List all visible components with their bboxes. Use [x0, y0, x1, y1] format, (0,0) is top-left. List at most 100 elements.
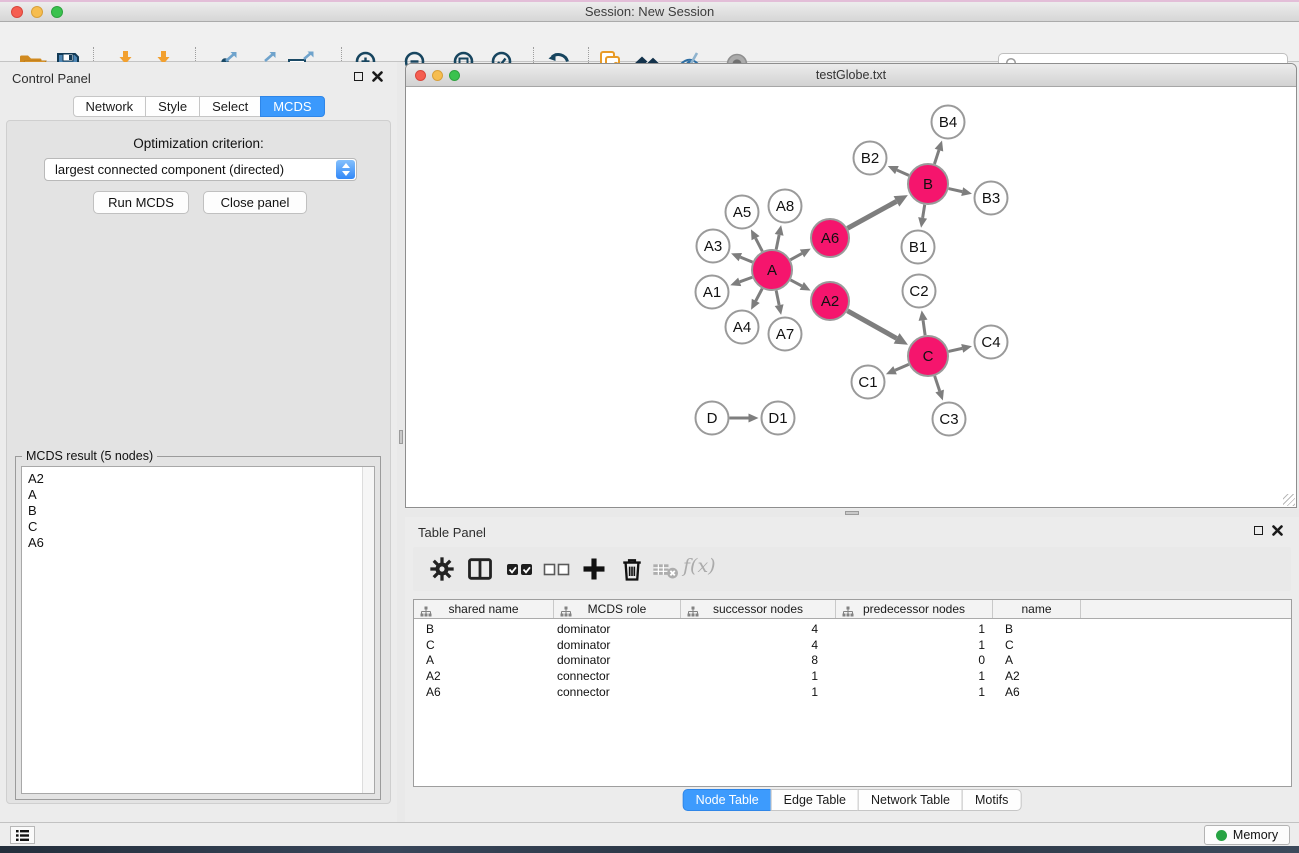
criterion-value: largest connected component (directed) — [55, 162, 284, 177]
graph-edge-A-A5[interactable] — [756, 238, 763, 251]
delete-table-button[interactable] — [651, 555, 681, 583]
cell-name[interactable]: A — [993, 653, 1081, 669]
column-header-shared-name[interactable]: shared name — [414, 600, 554, 618]
table-row-c[interactable]: Cdominator41C — [414, 638, 1291, 654]
cell-name[interactable]: A2 — [993, 669, 1081, 685]
cell-shared-name[interactable]: C — [414, 638, 554, 654]
float-panel-icon[interactable] — [354, 72, 363, 81]
graph-edge-A-A7[interactable] — [776, 291, 779, 306]
cell-shared-name[interactable]: A — [414, 653, 554, 669]
table-row-b[interactable]: Bdominator41B — [414, 622, 1291, 638]
result-item-a6[interactable]: A6 — [28, 535, 374, 551]
cell-mcds-role[interactable]: connector — [554, 685, 681, 701]
mcds-tab-content: Optimization criterion: largest connecte… — [6, 120, 391, 804]
column-header-successor-nodes[interactable]: successor nodes — [681, 600, 836, 618]
delete-column-button[interactable] — [618, 555, 648, 583]
mcds-result-title: MCDS result (5 nodes) — [22, 449, 157, 463]
result-item-a[interactable]: A — [28, 487, 374, 503]
tab-mcds[interactable]: MCDS — [260, 96, 324, 117]
cell-successor-nodes[interactable]: 8 — [681, 653, 836, 669]
tab-node-table[interactable]: Node Table — [683, 789, 772, 811]
tab-network-table[interactable]: Network Table — [858, 789, 963, 811]
float-panel-icon[interactable] — [1254, 526, 1263, 535]
graph-edge-A2-C[interactable] — [847, 311, 896, 339]
result-item-a2[interactable]: A2 — [28, 471, 374, 487]
graph-edge-C-C1[interactable] — [895, 364, 909, 370]
splitter-grip[interactable] — [845, 511, 859, 515]
optimization-criterion-label: Optimization criterion: — [7, 136, 390, 151]
deselect-all-button[interactable] — [541, 555, 577, 583]
function-builder-button[interactable]: f(x) — [683, 555, 727, 583]
network-canvas[interactable]: AA1A3A4A5A7A8A6A2BB1B2B3B4CC1C2C3C4DD1 — [406, 87, 1296, 507]
memory-button[interactable]: Memory — [1204, 825, 1290, 845]
tab-edge-table[interactable]: Edge Table — [771, 789, 859, 811]
horizontal-splitter[interactable] — [405, 509, 1299, 517]
column-label: shared name — [448, 602, 518, 616]
table-row-a[interactable]: Adominator80A — [414, 653, 1291, 669]
show-columns-button[interactable] — [466, 555, 496, 583]
splitter-grip[interactable] — [399, 430, 403, 444]
graph-edge-C-C2[interactable] — [923, 320, 925, 335]
graph-edge-A-A2[interactable] — [791, 280, 802, 286]
result-list-scrollbar[interactable] — [362, 467, 374, 793]
graph-edge-B-B4[interactable] — [934, 150, 938, 164]
graph-node-label-A2: A2 — [821, 293, 839, 310]
cell-successor-nodes[interactable]: 1 — [681, 685, 836, 701]
graph-node-label-B4: B4 — [939, 114, 957, 131]
cell-name[interactable]: C — [993, 638, 1081, 654]
cell-predecessor-nodes[interactable]: 1 — [836, 685, 993, 701]
graph-edge-A-A3[interactable] — [740, 257, 752, 262]
result-item-b[interactable]: B — [28, 503, 374, 519]
vertical-splitter[interactable] — [397, 62, 405, 822]
cell-successor-nodes[interactable]: 1 — [681, 669, 836, 685]
cell-shared-name[interactable]: A2 — [414, 669, 554, 685]
cell-shared-name[interactable]: B — [414, 622, 554, 638]
graph-edge-B-B1[interactable] — [923, 205, 925, 218]
cell-shared-name[interactable]: A6 — [414, 685, 554, 701]
tab-motifs[interactable]: Motifs — [962, 789, 1021, 811]
cell-successor-nodes[interactable]: 4 — [681, 622, 836, 638]
cell-mcds-role[interactable]: dominator — [554, 638, 681, 654]
cell-predecessor-nodes[interactable]: 1 — [836, 622, 993, 638]
column-header-mcds-role[interactable]: MCDS role — [554, 600, 681, 618]
task-history-button[interactable] — [10, 826, 35, 844]
graph-edge-C-C4[interactable] — [948, 348, 962, 351]
cell-mcds-role[interactable]: connector — [554, 669, 681, 685]
column-header-name[interactable]: name — [993, 600, 1081, 618]
cell-predecessor-nodes[interactable]: 1 — [836, 669, 993, 685]
table-row-a6[interactable]: A6connector11A6 — [414, 685, 1291, 701]
cell-predecessor-nodes[interactable]: 0 — [836, 653, 993, 669]
table-settings-button[interactable] — [428, 555, 458, 583]
table-row-a2[interactable]: A2connector11A2 — [414, 669, 1291, 685]
result-item-c[interactable]: C — [28, 519, 374, 535]
column-header-predecessor-nodes[interactable]: predecessor nodes — [836, 600, 993, 618]
add-column-button[interactable] — [580, 555, 610, 583]
graph-edge-B-B3[interactable] — [948, 189, 962, 192]
graph-edge-A6-B[interactable] — [848, 201, 897, 228]
graph-edge-A-A8[interactable] — [776, 235, 779, 250]
graph-node-label-A6: A6 — [821, 230, 839, 247]
tab-select[interactable]: Select — [199, 96, 261, 117]
close-panel-icon[interactable] — [1272, 525, 1283, 536]
cell-mcds-role[interactable]: dominator — [554, 653, 681, 669]
resize-corner[interactable] — [1283, 494, 1295, 506]
run-mcds-button[interactable]: Run MCDS — [93, 191, 189, 214]
cell-name[interactable]: B — [993, 622, 1081, 638]
criterion-select[interactable]: largest connected component (directed) — [44, 158, 357, 181]
graph-edge-A-A1[interactable] — [740, 277, 753, 282]
cell-name[interactable]: A6 — [993, 685, 1081, 701]
select-all-button[interactable] — [504, 555, 540, 583]
graph-edge-C-C3[interactable] — [935, 376, 940, 391]
cell-mcds-role[interactable]: dominator — [554, 622, 681, 638]
tab-style[interactable]: Style — [145, 96, 200, 117]
tab-network[interactable]: Network — [72, 96, 146, 117]
cell-predecessor-nodes[interactable]: 1 — [836, 638, 993, 654]
graph-edge-A-A4[interactable] — [756, 289, 762, 301]
graph-node-label-D1: D1 — [768, 410, 787, 427]
graph-edge-B-B2[interactable] — [897, 170, 909, 175]
trash-icon — [618, 555, 646, 583]
close-panel-button[interactable]: Close panel — [203, 191, 307, 214]
graph-edge-A-A6[interactable] — [790, 253, 802, 259]
cell-successor-nodes[interactable]: 4 — [681, 638, 836, 654]
close-panel-icon[interactable] — [372, 71, 383, 82]
